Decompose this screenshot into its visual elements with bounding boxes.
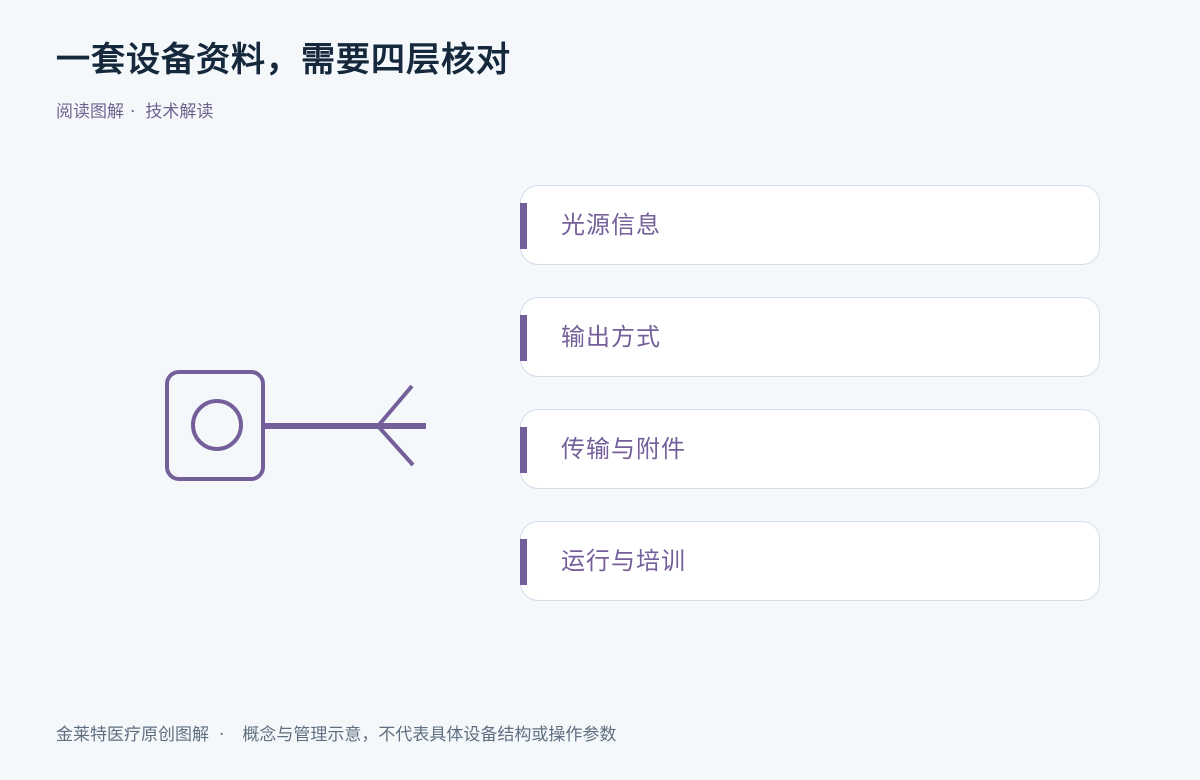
- check-card-output-mode: 输出方式: [519, 297, 1100, 377]
- card-label: 运行与培训: [561, 547, 686, 575]
- page-title: 一套设备资料，需要四层核对: [56, 40, 511, 80]
- card-label: 传输与附件: [561, 435, 686, 463]
- footer-source: 金莱特医疗原创图解: [56, 725, 209, 745]
- device-lens-shape: [191, 399, 243, 451]
- subtitle: 阅读图解 · 技术解读: [56, 100, 213, 124]
- check-card-light-source: 光源信息: [519, 185, 1100, 265]
- footer-note: 金莱特医疗原创图解 · 概念与管理示意，不代表具体设备结构或操作参数: [56, 723, 616, 747]
- card-accent-bar: [519, 427, 527, 473]
- footer-separator: ·: [219, 725, 225, 745]
- device-output-icon: [165, 370, 426, 481]
- output-branch-lower-shape: [376, 424, 415, 467]
- card-accent-bar: [519, 315, 527, 361]
- check-card-transmission-accessories: 传输与附件: [519, 409, 1100, 489]
- checklist: 光源信息 输出方式 传输与附件 运行与培训: [519, 185, 1100, 633]
- card-accent-bar: [519, 203, 527, 249]
- subtitle-topic: 技术解读: [145, 102, 214, 122]
- card-label: 光源信息: [561, 211, 661, 239]
- subtitle-separator: ·: [130, 102, 136, 122]
- device-body-shape: [165, 370, 265, 481]
- card-accent-bar: [519, 539, 527, 585]
- card-label: 输出方式: [561, 323, 661, 351]
- footer-disclaimer: 概念与管理示意，不代表具体设备结构或操作参数: [242, 725, 617, 745]
- check-card-operation-training: 运行与培训: [519, 521, 1100, 601]
- subtitle-category: 阅读图解: [56, 102, 124, 122]
- output-branch-upper-shape: [376, 384, 414, 428]
- device-illustration: [160, 366, 432, 486]
